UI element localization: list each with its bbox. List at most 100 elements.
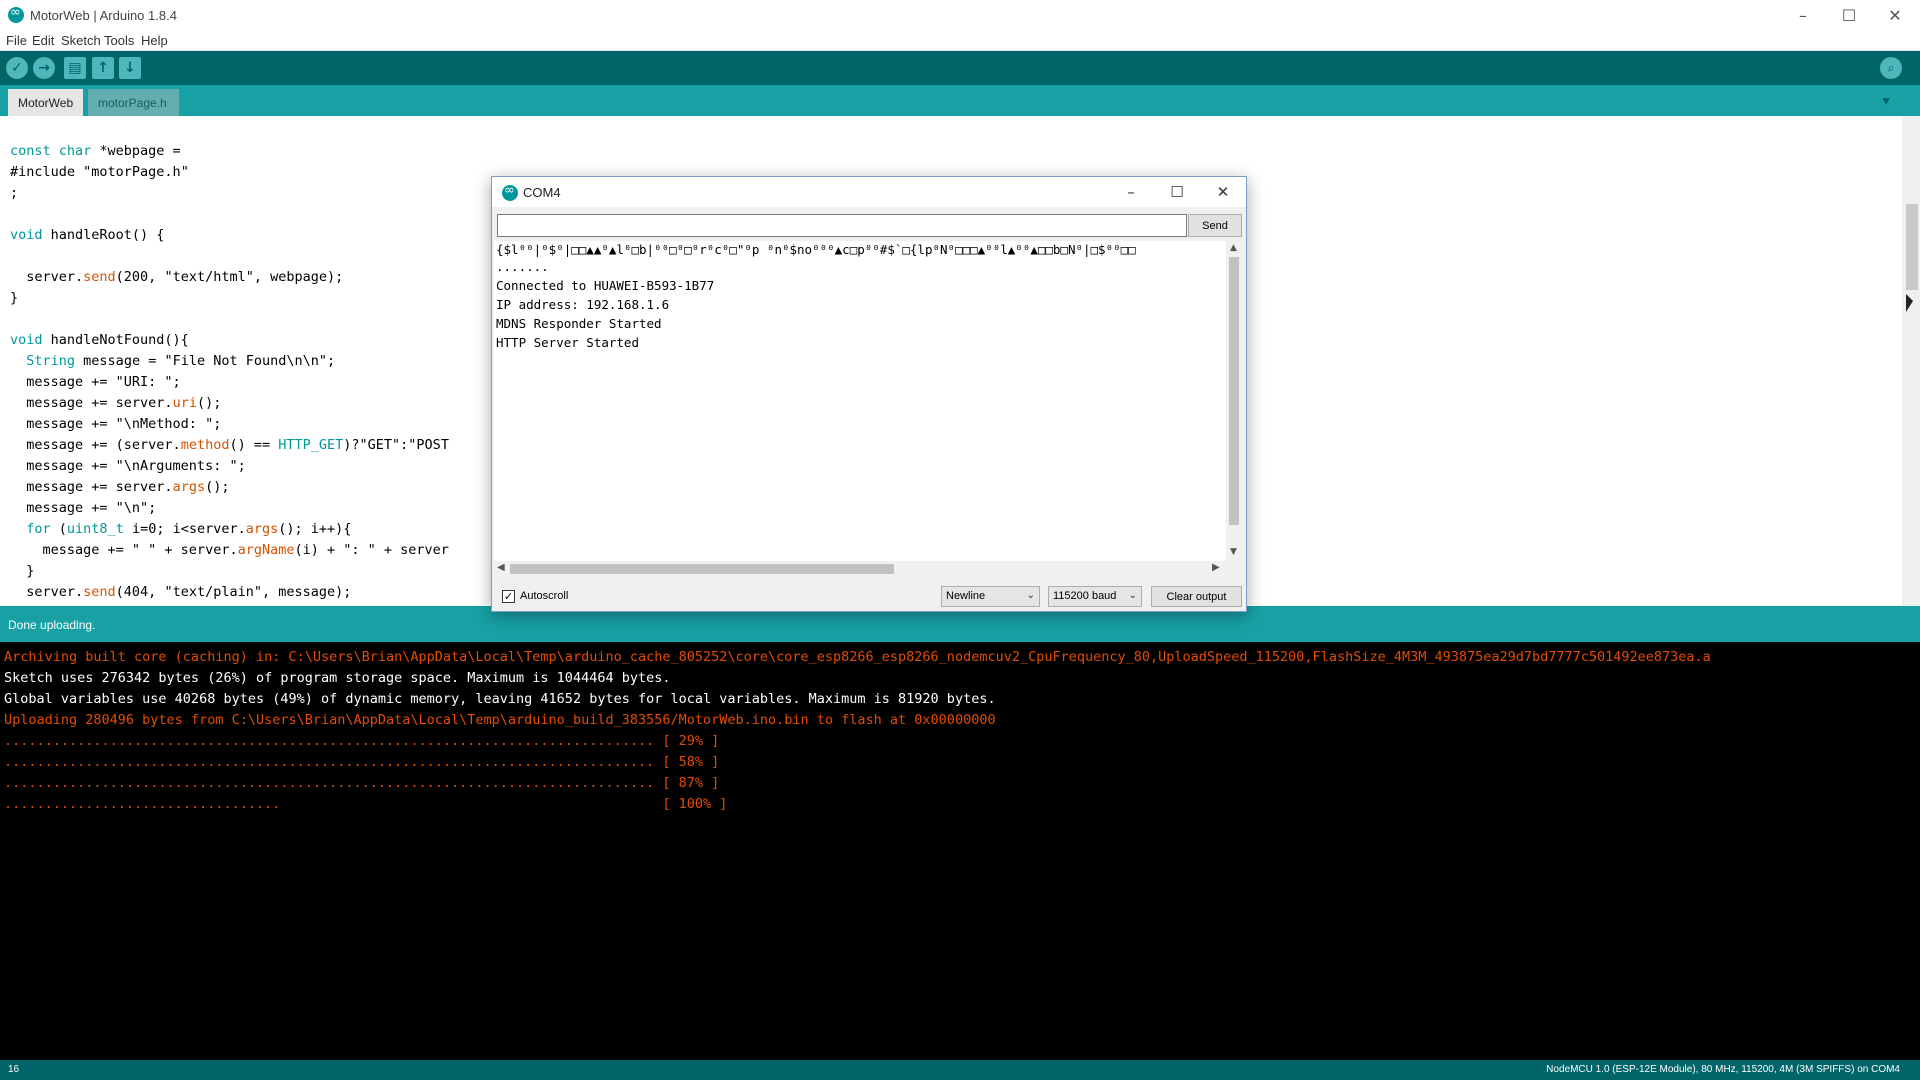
verify-button[interactable]: ✓ (6, 57, 28, 79)
code-line: server.send(200, "text/html", webpage); (10, 269, 344, 285)
save-sketch-button[interactable]: ↓ (119, 57, 141, 79)
maximize-icon: ☐ (1170, 183, 1184, 201)
console-line: Sketch uses 276342 bytes (26%) of progra… (4, 670, 671, 686)
arduino-logo-icon (502, 183, 518, 201)
serial-line: Connected to HUAWEI-B593-1B77 (496, 278, 715, 293)
code-line: message += "\nArguments: "; (10, 458, 246, 474)
serial-maximize-button[interactable]: ☐ (1154, 177, 1200, 207)
console-line: Global variables use 40268 bytes (49%) o… (4, 691, 996, 707)
scroll-left-icon[interactable]: ◀ (497, 562, 505, 573)
serial-line: {$l⁰⁰|⁰$⁰|□□▲▲⁰▲l⁰□b|⁰⁰□⁰□⁰r⁰c⁰□"⁰p ⁰n⁰$… (496, 242, 1136, 257)
new-file-icon: ▤ (68, 60, 82, 76)
code-line: message += " " + server.argName(i) + ": … (10, 542, 449, 558)
window-title: MotorWeb | Arduino 1.8.4 (30, 8, 177, 23)
serial-input[interactable] (497, 214, 1187, 237)
new-sketch-button[interactable]: ▤ (64, 57, 86, 79)
arrow-down-icon: ↓ (124, 60, 136, 76)
serial-line: ....... (496, 259, 549, 274)
code-line: message += "\n"; (10, 500, 157, 516)
maximize-icon: ☐ (1841, 5, 1857, 25)
code-token: uri (172, 395, 197, 411)
code-line: message += "\nMethod: "; (10, 416, 222, 432)
tab-motorweb[interactable]: MotorWeb (8, 89, 83, 116)
code-token: argName (237, 542, 295, 558)
editor-scroll-thumb[interactable] (1906, 204, 1918, 290)
close-icon: ✕ (1216, 183, 1230, 201)
code-token: void (10, 227, 43, 243)
code-line: message += server.args(); (10, 479, 230, 495)
code-line: message += server.uri(); (10, 395, 222, 411)
serial-bottom-bar: ✓ Autoscroll Newline ⌄ 115200 baud ⌄ Cle… (492, 581, 1246, 611)
serial-vertical-scrollbar[interactable]: ▲ ▼ (1226, 241, 1242, 561)
autoscroll-label: Autoscroll (520, 590, 569, 602)
console-line: Uploading 280496 bytes from C:\Users\Bri… (4, 712, 996, 728)
code-token: const char (10, 143, 92, 159)
code-line: } (10, 563, 35, 579)
title-bar: MotorWeb | Arduino 1.8.4 – ☐ ✕ (0, 0, 1920, 30)
editor-scrollbar[interactable] (1902, 116, 1920, 606)
arrow-up-icon: ↑ (97, 60, 109, 76)
baud-rate-select[interactable]: 115200 baud ⌄ (1048, 586, 1142, 607)
code-token: send (83, 584, 116, 600)
code-token: void (10, 332, 43, 348)
minimize-icon: – (1799, 5, 1807, 25)
menu-file[interactable]: File (6, 33, 27, 48)
menu-sketch[interactable]: Sketch (61, 33, 101, 48)
code-line: ; (10, 185, 19, 201)
scroll-down-icon[interactable]: ▼ (1230, 547, 1237, 557)
console-line: ........................................… (4, 754, 720, 770)
code-token: args (245, 521, 279, 537)
tab-bar: MotorWeb motorPage.h ▼ (0, 85, 1920, 116)
close-button[interactable]: ✕ (1872, 0, 1918, 30)
tab-motorpage-h[interactable]: motorPage.h (88, 89, 179, 116)
code-line: void handleNotFound(){ (10, 332, 189, 348)
line-ending-select[interactable]: Newline ⌄ (941, 586, 1040, 607)
autoscroll-checkbox[interactable]: ✓ (502, 590, 515, 603)
console-line: .................................. [ 100… (4, 796, 728, 812)
serial-horizontal-scrollbar[interactable]: ◀ ▶ (494, 561, 1226, 577)
menu-edit[interactable]: Edit (32, 33, 54, 48)
magnifier-icon: ⌕ (1887, 60, 1895, 76)
serial-vertical-scroll-thumb[interactable] (1229, 257, 1239, 525)
chevron-down-icon: ⌄ (1128, 590, 1137, 601)
serial-monitor-window: COM4 – ☐ ✕ Send {$l⁰⁰|⁰$⁰|□□▲▲⁰▲l⁰□b|⁰⁰□… (491, 176, 1247, 612)
serial-close-button[interactable]: ✕ (1200, 177, 1246, 207)
maximize-button[interactable]: ☐ (1826, 0, 1872, 30)
menu-help[interactable]: Help (141, 33, 168, 48)
line-number: 16 (8, 1064, 20, 1075)
code-line: const char *webpage = (10, 143, 181, 159)
code-token: method (180, 437, 230, 453)
code-line: message += (server.method() == HTTP_GET)… (10, 437, 449, 453)
code-token: String (26, 353, 76, 369)
serial-minimize-button[interactable]: – (1108, 177, 1154, 207)
menu-tools[interactable]: Tools (104, 33, 134, 48)
status-message: Done uploading. (8, 618, 96, 632)
code-token: uint8_t (66, 521, 124, 537)
send-button[interactable]: Send (1188, 214, 1242, 237)
chevron-down-icon: ⌄ (1026, 590, 1035, 601)
serial-monitor-button[interactable]: ⌕ (1880, 57, 1902, 79)
mouse-cursor-icon (1906, 294, 1913, 312)
serial-monitor-title: COM4 (523, 185, 561, 200)
minimize-button[interactable]: – (1780, 0, 1826, 30)
toolbar: ✓ → ▤ ↑ ↓ ⌕ (0, 51, 1920, 85)
bottom-status-bar: 16 NodeMCU 1.0 (ESP-12E Module), 80 MHz,… (0, 1060, 1920, 1080)
open-sketch-button[interactable]: ↑ (92, 57, 114, 79)
line-ending-value: Newline (946, 590, 986, 602)
serial-horizontal-scroll-thumb[interactable] (510, 564, 894, 574)
tab-menu-icon[interactable]: ▼ (1880, 94, 1892, 108)
console-line: Archiving built core (caching) in: C:\Us… (4, 649, 1711, 665)
code-token: "motorPage.h" (83, 164, 189, 180)
code-token: args (172, 479, 206, 495)
serial-line: HTTP Server Started (496, 335, 639, 350)
serial-output[interactable]: {$l⁰⁰|⁰$⁰|□□▲▲⁰▲l⁰□b|⁰⁰□⁰□⁰r⁰c⁰□"⁰p ⁰n⁰$… (494, 241, 1234, 561)
code-line: server.send(404, "text/plain", message); (10, 584, 352, 600)
scroll-up-icon[interactable]: ▲ (1230, 243, 1237, 253)
upload-button[interactable]: → (33, 57, 55, 79)
minimize-icon: – (1127, 183, 1135, 201)
clear-output-button[interactable]: Clear output (1151, 586, 1242, 607)
console-output[interactable]: Archiving built core (caching) in: C:\Us… (0, 642, 1920, 1060)
code-line: message += "URI: "; (10, 374, 181, 390)
scroll-right-icon[interactable]: ▶ (1212, 562, 1220, 573)
code-token: for (26, 521, 51, 537)
